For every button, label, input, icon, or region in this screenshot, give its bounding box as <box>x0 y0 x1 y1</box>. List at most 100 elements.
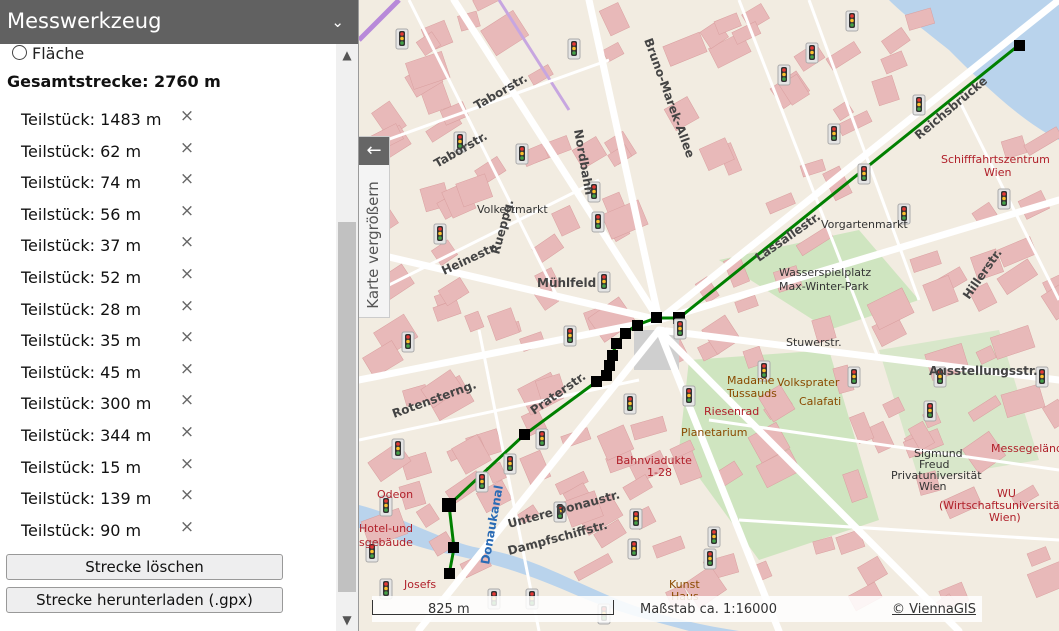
scroll-up-icon[interactable]: ▲ <box>336 44 358 66</box>
arrow-left-icon[interactable]: ← <box>359 137 389 165</box>
segment-row: Teilstück: 139 m × <box>0 486 336 518</box>
traffic-light-icon <box>857 163 871 185</box>
segment-label: Teilstück: 344 m <box>21 425 152 445</box>
radio-label: Fläche <box>32 44 85 63</box>
label-stuwerstr: Stuwerstr. <box>786 336 842 349</box>
label-messegelaende: Messegelände <box>991 442 1059 455</box>
map-scale-bar: 825 m Maßstab ca. 1:16000 © ViennaGIS <box>372 596 982 622</box>
delete-segment-icon[interactable]: × <box>179 139 195 156</box>
scale-line <box>372 600 614 615</box>
delete-segment-icon[interactable]: × <box>179 518 195 535</box>
segment-label: Teilstück: 1483 m <box>21 110 162 129</box>
segment-label: Teilstück: 139 m <box>21 489 152 509</box>
map-canvas[interactable]: Taborstr. Taborstr. Bruno-Marek-Allee Vo… <box>359 0 1059 631</box>
delete-segment-icon[interactable]: × <box>179 423 195 440</box>
segment-row: Teilstück: 300 m × <box>0 391 336 423</box>
label-josefst: Josefs <box>403 578 436 591</box>
label-riesenrad: Riesenrad <box>704 405 759 418</box>
scale-ratio: Maßstab ca. 1:16000 <box>640 602 777 617</box>
delete-segment-icon[interactable]: × <box>179 487 195 504</box>
segment-label: Teilstück: 56 m <box>21 204 142 224</box>
delete-segment-icon[interactable]: × <box>179 329 195 346</box>
label-wu-3: Wien) <box>989 511 1021 524</box>
label-hotel: Hotel-und <box>359 522 413 535</box>
segment-label: Teilstück: 37 m <box>21 236 142 256</box>
panel-scrollbar[interactable]: ▲ ▼ <box>336 44 358 631</box>
traffic-light-icon <box>707 526 721 548</box>
panel-content: Fläche Gesamtstrecke: 2760 m Teilstück: … <box>0 44 336 631</box>
traffic-light-icon <box>567 38 581 60</box>
traffic-light-icon <box>997 188 1011 210</box>
total-distance: Gesamtstrecke: 2760 m <box>7 72 221 91</box>
clear-route-button[interactable]: Strecke löschen <box>6 554 283 580</box>
traffic-light-icon <box>703 548 717 570</box>
traffic-light-icon <box>401 331 415 353</box>
delete-segment-icon[interactable]: × <box>179 392 195 409</box>
traffic-light-icon <box>623 393 637 415</box>
traffic-light-icon <box>847 366 861 388</box>
traffic-light-icon <box>627 538 641 560</box>
label-calafati: Calafati <box>799 395 841 408</box>
segment-label: Teilstück: 45 m <box>21 362 142 382</box>
traffic-light-icon <box>475 471 489 493</box>
delete-segment-icon[interactable]: × <box>179 171 195 188</box>
delete-segment-icon[interactable]: × <box>179 108 195 125</box>
scroll-thumb[interactable] <box>338 222 356 592</box>
area-radio-option[interactable]: Fläche <box>12 44 84 63</box>
label-wien: Wien <box>984 166 1011 179</box>
segment-row: Teilstück: 15 m × <box>0 455 336 487</box>
enlarge-map-tab[interactable]: ← Karte vergrößern <box>359 136 390 318</box>
map-svg: Taborstr. Taborstr. Bruno-Marek-Allee Vo… <box>359 0 1059 631</box>
delete-segment-icon[interactable]: × <box>179 297 195 314</box>
traffic-light-icon <box>395 28 409 50</box>
chevron-down-icon[interactable]: ⌄ <box>331 13 344 31</box>
segment-label: Teilstück: 74 m <box>21 173 142 193</box>
delete-segment-icon[interactable]: × <box>179 455 195 472</box>
label-bahnviadukte-num: 1-28 <box>647 466 672 479</box>
traffic-light-icon <box>433 223 447 245</box>
traffic-light-icon <box>503 453 517 475</box>
download-gpx-button[interactable]: Strecke herunterladen (.gpx) <box>6 587 283 613</box>
scale-distance: 825 m <box>428 602 470 617</box>
map-credit-link[interactable]: © ViennaGIS <box>892 602 976 617</box>
panel-header[interactable]: Messwerkzeug ⌄ <box>0 0 358 44</box>
traffic-light-icon <box>391 438 405 460</box>
label-max-winter-park: Max-Winter-Park <box>779 280 869 293</box>
traffic-light-icon <box>563 325 577 347</box>
traffic-light-icon <box>923 400 937 422</box>
segment-label: Teilstück: 62 m <box>21 141 142 161</box>
segment-label: Teilstück: 15 m <box>21 457 142 477</box>
delete-segment-icon[interactable]: × <box>179 234 195 251</box>
label-volksprater: Volksprater <box>777 376 840 389</box>
traffic-light-icon <box>535 428 549 450</box>
segment-row: Teilstück: 52 m × <box>0 265 336 297</box>
segment-row: Teilstück: 45 m × <box>0 360 336 392</box>
label-tussauds: Tussauds <box>726 387 777 400</box>
segment-label: Teilstück: 300 m <box>21 394 152 414</box>
panel-title: Messwerkzeug <box>7 9 162 33</box>
traffic-light-icon <box>1035 366 1049 388</box>
enlarge-map-label: Karte vergrößern <box>364 181 382 309</box>
traffic-light-icon <box>845 10 859 32</box>
segment-label: Teilstück: 35 m <box>21 331 142 351</box>
segment-row: Teilstück: 1483 m × <box>0 107 336 139</box>
traffic-light-icon <box>629 508 643 530</box>
label-wien-2: Wien <box>919 480 946 493</box>
segment-row: Teilstück: 62 m × <box>0 139 336 171</box>
traffic-light-icon <box>777 64 791 86</box>
radio-icon[interactable] <box>12 45 27 60</box>
label-muehlfeld: Mühlfeld <box>537 276 596 290</box>
delete-segment-icon[interactable]: × <box>179 202 195 219</box>
traffic-light-icon <box>591 211 605 233</box>
delete-segment-icon[interactable]: × <box>179 360 195 377</box>
segment-row: Teilstück: 28 m × <box>0 297 336 329</box>
segment-row: Teilstück: 56 m × <box>0 202 336 234</box>
segment-label: Teilstück: 52 m <box>21 267 142 287</box>
segment-row: Teilstück: 35 m × <box>0 328 336 360</box>
label-vorgartenmarkt: Vorgartenmarkt <box>821 218 908 231</box>
delete-segment-icon[interactable]: × <box>179 265 195 282</box>
segment-label: Teilstück: 28 m <box>21 299 142 319</box>
traffic-light-icon <box>682 385 696 407</box>
scroll-down-icon[interactable]: ▼ <box>336 609 358 631</box>
label-planetarium: Planetarium <box>681 426 748 439</box>
